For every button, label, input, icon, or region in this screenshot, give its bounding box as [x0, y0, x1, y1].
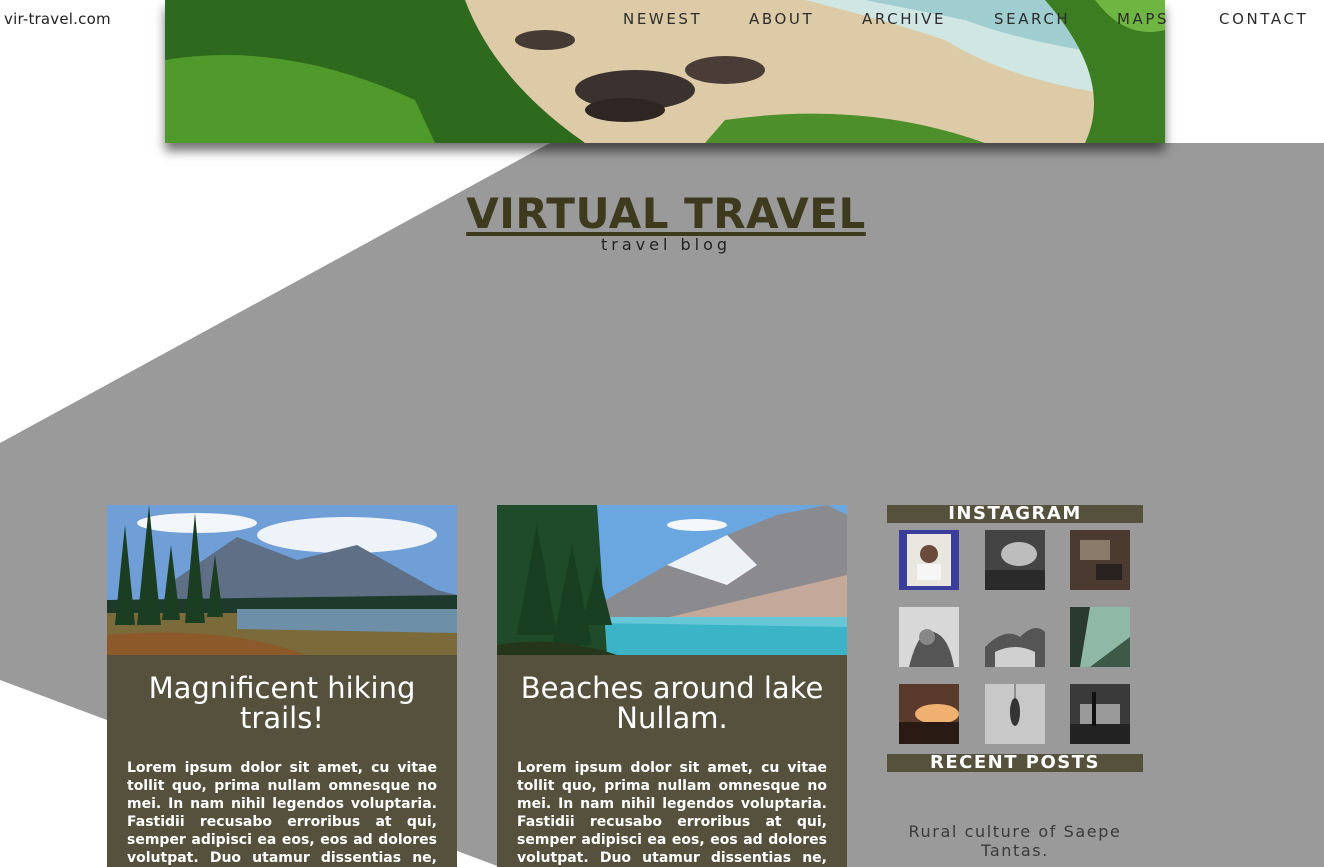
- site-title[interactable]: VIRTUAL TRAVEL: [465, 188, 867, 240]
- post-excerpt: Lorem ipsum dolor sit amet, cu vitae tol…: [127, 760, 437, 866]
- instagram-heading: INSTAGRAM: [887, 505, 1143, 523]
- post-card[interactable]: Magnificent hiking trails! Lorem ipsum d…: [107, 505, 457, 867]
- instagram-thumbnail[interactable]: [1070, 684, 1130, 744]
- nav-newest[interactable]: NEWEST: [623, 10, 702, 28]
- instagram-thumbnail[interactable]: [899, 607, 959, 667]
- site-subtitle: travel blog: [600, 235, 732, 254]
- main-nav: NEWEST ABOUT ARCHIVE SEARCH MAPS CONTACT: [0, 10, 1324, 30]
- nav-maps[interactable]: MAPS: [1117, 10, 1169, 28]
- post-title[interactable]: Beaches around lake Nullam.: [517, 673, 827, 733]
- instagram-thumbnail[interactable]: [899, 530, 959, 590]
- instagram-thumbnail[interactable]: [985, 607, 1045, 667]
- instagram-thumbnail[interactable]: [1070, 607, 1130, 667]
- nav-about[interactable]: ABOUT: [749, 10, 814, 28]
- recent-post-link[interactable]: Rural culture of Saepe Tantas.: [887, 822, 1143, 860]
- nav-search[interactable]: SEARCH: [994, 10, 1070, 28]
- nav-contact[interactable]: CONTACT: [1219, 10, 1308, 28]
- instagram-thumbnail[interactable]: [985, 684, 1045, 744]
- instagram-thumbnail[interactable]: [1070, 530, 1130, 590]
- instagram-thumbnail[interactable]: [985, 530, 1045, 590]
- recent-posts-heading: RECENT POSTS: [887, 754, 1143, 772]
- instagram-thumbnail[interactable]: [899, 684, 959, 744]
- post-title[interactable]: Magnificent hiking trails!: [127, 673, 437, 733]
- post-card[interactable]: Beaches around lake Nullam. Lorem ipsum …: [497, 505, 847, 867]
- post-image[interactable]: [497, 505, 847, 655]
- post-excerpt: Lorem ipsum dolor sit amet, cu vitae tol…: [517, 760, 827, 866]
- post-image[interactable]: [107, 505, 457, 655]
- nav-archive[interactable]: ARCHIVE: [862, 10, 946, 28]
